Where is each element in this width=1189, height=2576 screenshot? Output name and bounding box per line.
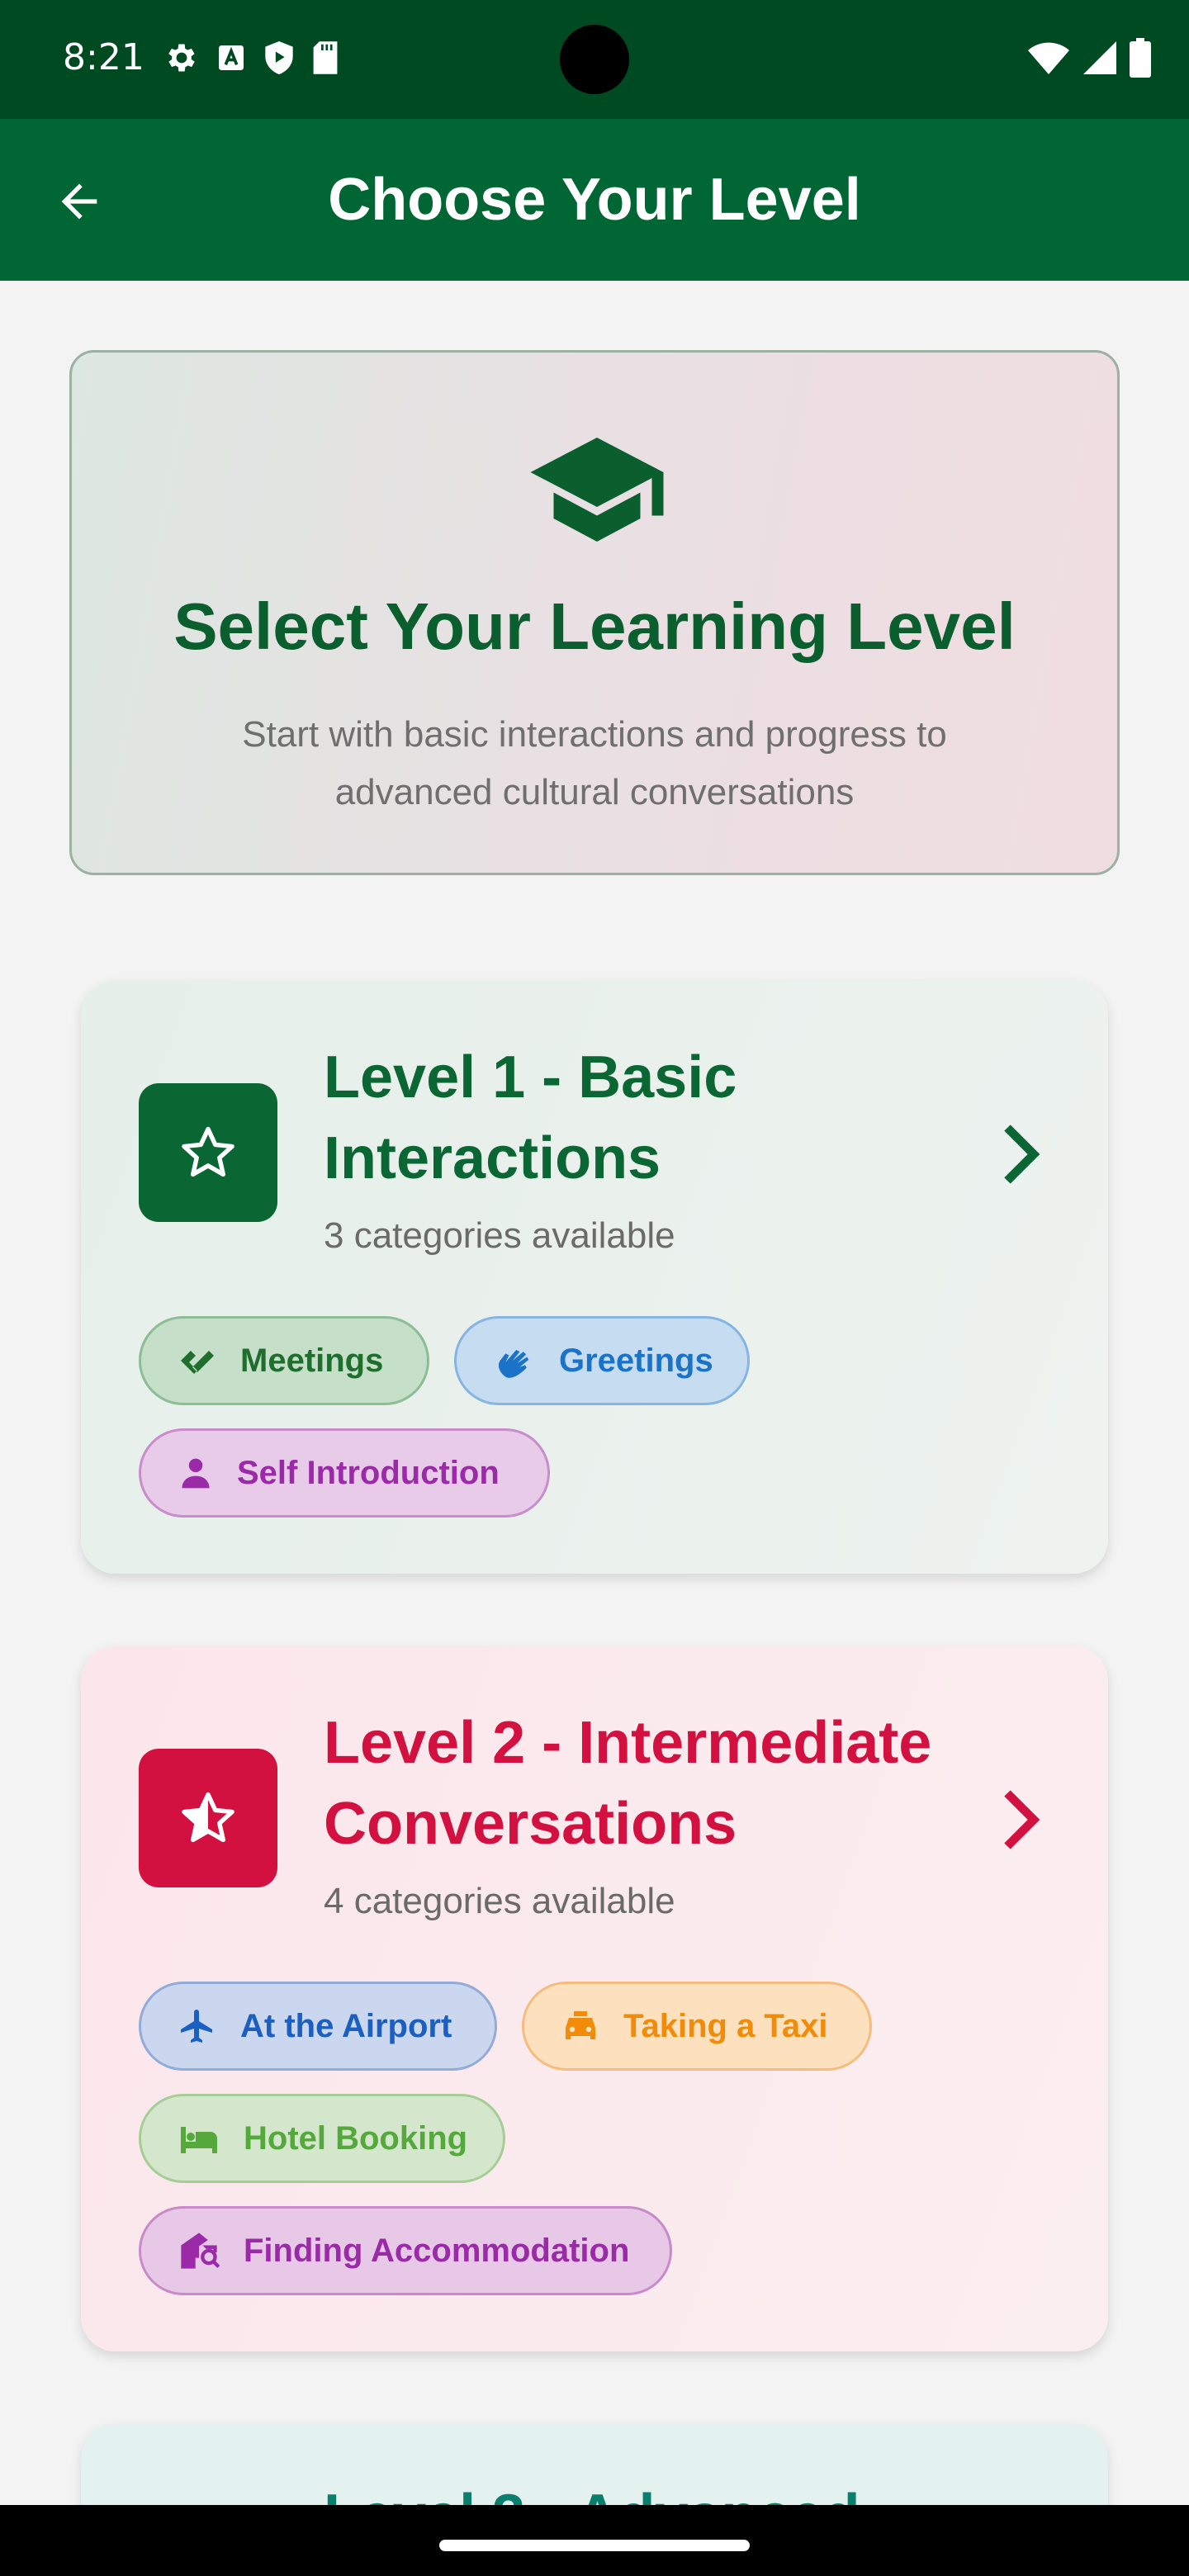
status-bar: 8:21	[0, 0, 1189, 119]
handshake-icon	[181, 1351, 214, 1374]
chip-label: Greetings	[559, 1342, 713, 1379]
chip-finding-accommodation[interactable]: Finding Accommodation	[139, 2206, 672, 2295]
level-1-title: Level 1 - Basic Interactions	[324, 1044, 737, 1191]
waving-hand-icon	[498, 1350, 529, 1378]
chip-hotel-booking[interactable]: Hotel Booking	[139, 2094, 505, 2183]
chip-label: Meetings	[240, 1342, 384, 1379]
airplane-icon	[181, 2010, 212, 2043]
level-2-title: Level 2 - Intermediate Conversations	[324, 1710, 932, 1857]
star-half-icon	[182, 1792, 234, 1843]
hero-title: Select Your Learning Level	[173, 590, 1016, 663]
hero-subtitle: Start with basic interactions and progre…	[242, 714, 947, 812]
chevron-right-icon	[1004, 1790, 1040, 1849]
person-icon	[182, 1458, 210, 1489]
settings-icon	[168, 44, 195, 72]
chip-meetings[interactable]: Meetings	[139, 1316, 429, 1405]
level-card-1[interactable]: Level 1 - Basic Interactions 3 categorie…	[81, 981, 1108, 1574]
level-2-badge	[139, 1749, 277, 1887]
chip-label: Finding Accommodation	[244, 2232, 630, 2269]
chip-label: At the Airport	[240, 2007, 452, 2044]
taxi-icon	[566, 2011, 595, 2039]
chip-at-the-airport[interactable]: At the Airport	[139, 1982, 497, 2071]
wifi-icon	[1028, 42, 1069, 74]
level-1-count: 3 categories available	[324, 1215, 675, 1256]
bed-icon	[181, 2127, 217, 2153]
chevron-right-icon	[1004, 1125, 1040, 1184]
graduation-cap-icon	[530, 438, 664, 542]
status-icons-left	[163, 40, 340, 76]
house-search-icon	[181, 2233, 220, 2269]
camera-cutout	[560, 25, 629, 94]
level-1-badge	[139, 1083, 277, 1222]
shield-play-icon	[265, 41, 293, 74]
home-gesture-handle[interactable]	[439, 2540, 750, 2551]
font-icon	[219, 45, 244, 70]
system-nav-bar	[0, 2505, 1189, 2576]
status-icons-right	[1027, 38, 1151, 78]
battery-icon	[1130, 38, 1151, 78]
signal-icon	[1083, 41, 1116, 74]
status-time: 8:21	[63, 36, 144, 78]
hero-card: Select Your Learning Level Start with ba…	[69, 350, 1120, 875]
sd-card-icon	[313, 41, 338, 74]
star-outline-icon	[182, 1126, 234, 1177]
chip-self-introduction[interactable]: Self Introduction	[139, 1428, 550, 1518]
level-card-2[interactable]: Level 2 - Intermediate Conversations 4 c…	[81, 1646, 1108, 2351]
chip-label: Taking a Taxi	[623, 2007, 828, 2044]
chip-greetings[interactable]: Greetings	[454, 1316, 750, 1405]
app-bar: Choose Your Level	[0, 119, 1189, 281]
level-2-count: 4 categories available	[324, 1881, 675, 1921]
chip-taking-a-taxi[interactable]: Taking a Taxi	[522, 1982, 872, 2071]
chip-label: Hotel Booking	[244, 2119, 468, 2157]
chip-label: Self Introduction	[237, 1454, 500, 1491]
page-title: Choose Your Level	[328, 167, 861, 233]
